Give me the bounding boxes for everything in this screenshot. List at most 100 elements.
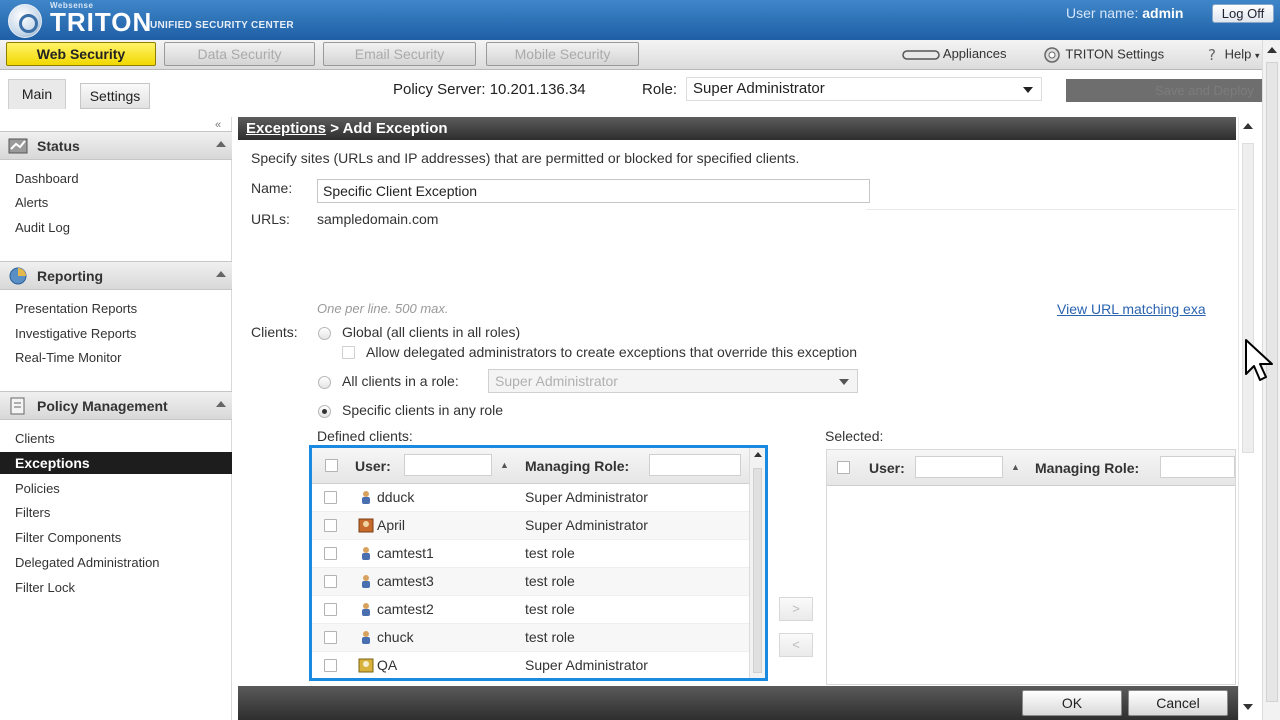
sidebar-item-filter-lock[interactable]: Filter Lock xyxy=(15,580,75,595)
table-row[interactable]: camtest2 test role xyxy=(312,596,751,624)
sidebar-item-filters[interactable]: Filters xyxy=(15,505,50,520)
sidebar-item-clients[interactable]: Clients xyxy=(15,431,55,446)
column-managing-role[interactable]: Managing Role: xyxy=(525,458,629,474)
sidebar-item-exceptions[interactable]: Exceptions xyxy=(0,452,232,474)
urls-hint: One per line. 500 max. xyxy=(317,301,449,316)
collapse-icon[interactable] xyxy=(216,271,226,277)
sidebar-item-filter-components[interactable]: Filter Components xyxy=(15,530,121,545)
save-and-deploy-button[interactable]: Save and Deploy xyxy=(1066,79,1262,102)
radio-all-in-role[interactable] xyxy=(318,376,331,389)
user-icon xyxy=(362,575,370,588)
sidebar-item-audit-log[interactable]: Audit Log xyxy=(15,220,70,235)
tab-mobile-security[interactable]: Mobile Security xyxy=(486,42,639,66)
move-right-button[interactable]: > xyxy=(779,597,813,621)
allow-delegated-label: Allow delegated administrators to create… xyxy=(366,344,858,360)
tab-web-security[interactable]: Web Security xyxy=(6,42,156,66)
role-filter-input[interactable] xyxy=(649,454,741,476)
sidebar-item-policies[interactable]: Policies xyxy=(15,481,60,496)
module-tabs-bar: Web Security Data Security Email Securit… xyxy=(0,40,1280,70)
help-link[interactable]: ? Help ▾ xyxy=(1205,46,1260,64)
user-filter-input[interactable] xyxy=(915,456,1003,478)
sidebar-item-delegated-administration[interactable]: Delegated Administration xyxy=(15,555,160,570)
sort-icon[interactable]: ▲ xyxy=(1011,462,1020,472)
scroll-down-icon[interactable] xyxy=(1243,704,1253,710)
table-row[interactable]: dduck Super Administrator xyxy=(312,484,751,512)
radio-specific-clients[interactable] xyxy=(318,405,331,418)
nav-section-status[interactable]: Status xyxy=(0,131,232,160)
row-checkbox[interactable] xyxy=(324,547,337,560)
select-all-checkbox[interactable] xyxy=(837,461,850,474)
nav-section-reporting[interactable]: Reporting xyxy=(0,261,232,290)
collapse-icon[interactable] xyxy=(216,401,226,407)
help-label: Help xyxy=(1224,46,1252,62)
scrollbar-thumb[interactable] xyxy=(753,468,762,673)
nav-section-policy-management[interactable]: Policy Management xyxy=(0,391,232,420)
view-url-matching-link[interactable]: View URL matching exa xyxy=(1057,301,1236,317)
log-off-button[interactable]: Log Off xyxy=(1212,4,1274,23)
tab-settings[interactable]: Settings xyxy=(80,83,150,109)
table-row[interactable]: chuck test role xyxy=(312,624,751,652)
table-header: User: ▲ Managing Role: xyxy=(827,450,1235,486)
app-header: Websense TRITON UNIFIED SECURITY CENTER … xyxy=(0,0,1280,40)
gear-icon xyxy=(1044,47,1060,63)
radio-global[interactable] xyxy=(318,327,331,340)
move-left-button[interactable]: < xyxy=(779,633,813,657)
user-icon xyxy=(362,491,370,504)
sidebar-item-alerts[interactable]: Alerts xyxy=(15,195,48,210)
allow-delegated-checkbox[interactable] xyxy=(342,346,355,359)
column-managing-role[interactable]: Managing Role: xyxy=(1035,460,1139,476)
role-select[interactable]: Super Administrator xyxy=(686,77,1042,101)
row-checkbox[interactable] xyxy=(324,491,337,504)
table-row[interactable]: camtest3 test role xyxy=(312,568,751,596)
tab-main[interactable]: Main xyxy=(8,79,66,109)
scroll-up-icon[interactable] xyxy=(1243,123,1253,129)
scroll-up-icon[interactable] xyxy=(1267,47,1277,53)
table-row[interactable]: April Super Administrator xyxy=(312,512,751,540)
table-row[interactable]: camtest1 test role xyxy=(312,540,751,568)
exception-name-input[interactable]: Specific Client Exception xyxy=(317,179,870,203)
select-all-checkbox[interactable] xyxy=(325,459,338,472)
policy-icon xyxy=(10,397,25,415)
collapse-icon[interactable] xyxy=(216,141,226,147)
user-filter-input[interactable] xyxy=(404,454,492,476)
policy-server-value: 10.201.136.34 xyxy=(489,81,586,98)
row-checkbox[interactable] xyxy=(324,631,337,644)
scroll-up-icon[interactable] xyxy=(754,452,762,457)
client-role-select[interactable]: Super Administrator xyxy=(488,369,858,393)
row-checkbox[interactable] xyxy=(324,603,337,616)
sort-icon[interactable]: ▲ xyxy=(500,460,509,470)
table-scrollbar[interactable] xyxy=(749,448,765,678)
brand-subtitle: UNIFIED SECURITY CENTER xyxy=(150,20,294,31)
appliances-link[interactable]: Appliances xyxy=(902,46,1007,61)
urls-label: URLs: xyxy=(251,211,290,227)
content-scrollbar[interactable] xyxy=(1238,117,1256,720)
sidebar-item-presentation-reports[interactable]: Presentation Reports xyxy=(15,301,137,316)
scrollbar-thumb[interactable] xyxy=(1242,143,1254,453)
row-checkbox[interactable] xyxy=(324,659,337,672)
cancel-button[interactable]: Cancel xyxy=(1128,690,1228,716)
breadcrumb-exceptions-link[interactable]: Exceptions xyxy=(246,120,326,137)
sidebar-item-real-time-monitor[interactable]: Real-Time Monitor xyxy=(15,350,121,365)
tab-email-security[interactable]: Email Security xyxy=(323,42,476,66)
role-filter-input[interactable] xyxy=(1160,456,1235,478)
scrollbar-thumb[interactable] xyxy=(1266,62,1278,702)
ok-button[interactable]: OK xyxy=(1022,690,1122,716)
urls-textarea[interactable]: sampledomain.com xyxy=(317,211,438,227)
user-name-value: admin xyxy=(1142,5,1184,21)
row-checkbox[interactable] xyxy=(324,575,337,588)
collapse-nav-icon[interactable]: « xyxy=(215,119,221,131)
row-checkbox[interactable] xyxy=(324,519,337,532)
role-label: Role: xyxy=(642,81,678,98)
column-user[interactable]: User: xyxy=(869,460,905,476)
breadcrumb-current: > Add Exception xyxy=(326,120,448,137)
sidebar-item-investigative-reports[interactable]: Investigative Reports xyxy=(15,326,136,341)
policy-server-label: Policy Server: xyxy=(393,81,486,98)
sidebar-item-dashboard[interactable]: Dashboard xyxy=(15,171,79,186)
triton-settings-link[interactable]: TRITON Settings xyxy=(1042,46,1164,64)
table-row[interactable]: QA Super Administrator xyxy=(312,652,751,678)
tab-data-security[interactable]: Data Security xyxy=(164,42,315,66)
action-bar: OK Cancel xyxy=(238,686,1238,720)
column-user[interactable]: User: xyxy=(355,458,391,474)
appliance-icon xyxy=(902,49,940,60)
client-role: test role xyxy=(525,601,575,617)
